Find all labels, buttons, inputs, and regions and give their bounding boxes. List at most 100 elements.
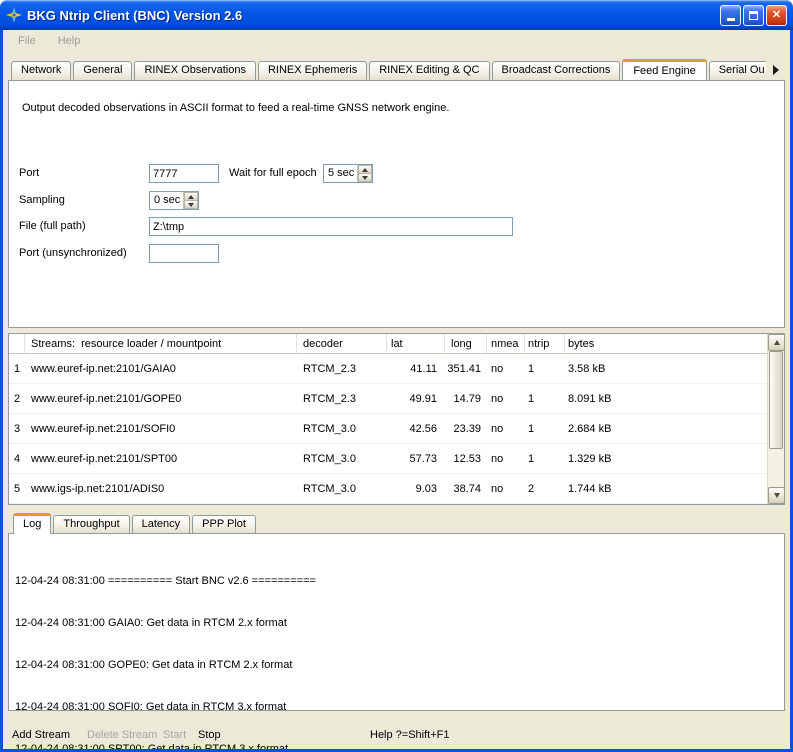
cell-mountpoint: www.euref-ip.net:2101/SOFI0 [25,423,297,435]
cell-lat: 57.73 [387,453,445,465]
tab-ppp-plot[interactable]: PPP Plot [192,515,256,533]
tab-general[interactable]: General [73,61,132,80]
close-button[interactable]: ✕ [766,5,787,26]
streams-vertical-scrollbar[interactable] [767,334,784,504]
wait-value: 5 sec [324,165,357,182]
header-nmea: nmea [487,334,525,353]
delete-stream-button[interactable]: Delete Stream [87,729,157,741]
app-icon [6,7,22,23]
bottom-action-bar: Add Stream Delete Stream Start Stop Help… [12,729,782,745]
cell-long: 23.39 [445,423,487,435]
sampling-label: Sampling [19,194,65,206]
log-line: 12-04-24 08:31:00 GAIA0: Get data in RTC… [15,616,780,630]
header-row-number [9,334,25,353]
cell-decoder: RTCM_3.0 [297,453,387,465]
spin-up-button[interactable] [358,165,372,173]
spin-buttons [183,192,198,209]
cell-bytes: 8.091 kB [565,393,767,405]
tab-serial-output[interactable]: Serial Ou [709,61,766,80]
tab-rinex-ephemeris[interactable]: RINEX Ephemeris [258,61,367,80]
header-lat: lat [387,334,445,353]
menu-help[interactable]: Help [52,33,87,49]
cell-bytes: 3.58 kB [565,363,767,375]
close-icon: ✕ [772,10,781,21]
row-number: 4 [9,453,25,465]
log-panel: 12-04-24 08:31:00 ========== Start BNC v… [8,533,785,711]
tab-log[interactable]: Log [13,513,51,534]
table-row[interactable]: 4 www.euref-ip.net:2101/SPT00 RTCM_3.0 5… [9,444,767,474]
cell-lat: 41.11 [387,363,445,375]
cell-mountpoint: www.igs-ip.net:2101/ADIS0 [25,483,297,495]
cell-decoder: RTCM_3.0 [297,423,387,435]
stop-button[interactable]: Stop [198,729,221,741]
spin-down-button[interactable] [184,200,198,209]
table-row[interactable]: 2 www.euref-ip.net:2101/GOPE0 RTCM_2.3 4… [9,384,767,414]
top-tab-bar: Network General RINEX Observations RINEX… [11,58,766,80]
maximize-button[interactable] [743,5,764,26]
maximize-icon [749,11,758,20]
log-output: 12-04-24 08:31:00 ========== Start BNC v… [9,534,784,749]
wait-for-full-epoch-label: Wait for full epoch [229,167,317,179]
scroll-down-button[interactable] [768,487,785,504]
arrow-down-icon [188,203,194,207]
port-unsynchronized-label: Port (unsynchronized) [19,247,127,259]
table-row[interactable]: 3 www.euref-ip.net:2101/SOFI0 RTCM_3.0 4… [9,414,767,444]
cell-ntrip: 1 [525,363,565,375]
cell-mountpoint: www.euref-ip.net:2101/GAIA0 [25,363,297,375]
file-full-path-label: File (full path) [19,220,86,232]
cell-decoder: RTCM_2.3 [297,393,387,405]
tab-broadcast-corrections[interactable]: Broadcast Corrections [492,61,621,80]
cell-long: 12.53 [445,453,487,465]
sampling-spinner[interactable]: 0 sec [149,191,199,210]
title-bar[interactable]: BKG Ntrip Client (BNC) Version 2.6 ✕ [0,0,793,30]
wait-for-full-epoch-spinner[interactable]: 5 sec [323,164,373,183]
bnc-window: BKG Ntrip Client (BNC) Version 2.6 ✕ Fil… [0,0,793,752]
window-title: BKG Ntrip Client (BNC) Version 2.6 [27,8,718,23]
menu-bar: File Help [3,30,790,51]
log-line: 12-04-24 08:31:00 GOPE0: Get data in RTC… [15,658,780,672]
cell-nmea: no [487,483,525,495]
feed-engine-panel: Output decoded observations in ASCII for… [8,80,785,328]
cell-nmea: no [487,423,525,435]
tab-network[interactable]: Network [11,61,71,80]
tab-rinex-editing-qc[interactable]: RINEX Editing & QC [369,61,489,80]
spin-up-button[interactable] [184,192,198,200]
minimize-button[interactable] [720,5,741,26]
spin-down-button[interactable] [358,173,372,182]
table-row[interactable]: 5 www.igs-ip.net:2101/ADIS0 RTCM_3.0 9.0… [9,474,767,504]
tab-throughput[interactable]: Throughput [53,515,129,533]
cell-ntrip: 2 [525,483,565,495]
cell-lat: 42.56 [387,423,445,435]
header-bytes: bytes [565,334,767,353]
arrow-up-icon [774,340,780,345]
cell-mountpoint: www.euref-ip.net:2101/GOPE0 [25,393,297,405]
add-stream-button[interactable]: Add Stream [12,729,70,741]
cell-ntrip: 1 [525,393,565,405]
feed-engine-description: Output decoded observations in ASCII for… [22,102,449,114]
port-label: Port [19,167,39,179]
cell-decoder: RTCM_3.0 [297,483,387,495]
scrollbar-thumb[interactable] [769,351,783,449]
tab-latency[interactable]: Latency [132,515,191,533]
tab-feed-engine[interactable]: Feed Engine [622,59,706,80]
help-shortcut-label: Help ?=Shift+F1 [370,729,450,741]
menu-file[interactable]: File [12,33,42,49]
table-row[interactable]: 1 www.euref-ip.net:2101/GAIA0 RTCM_2.3 4… [9,354,767,384]
start-button[interactable]: Start [163,729,186,741]
cell-long: 351.41 [445,363,487,375]
cell-bytes: 1.329 kB [565,453,767,465]
sampling-value: 0 sec [150,192,183,209]
arrow-down-icon [362,176,368,180]
cell-ntrip: 1 [525,423,565,435]
port-input[interactable] [149,164,219,183]
window-frame: File Help Network General RINEX Observat… [0,30,793,752]
port-unsynchronized-input[interactable] [149,244,219,263]
cell-bytes: 1.744 kB [565,483,767,495]
tab-scroll-right-button[interactable] [768,61,784,79]
cell-nmea: no [487,393,525,405]
arrow-down-icon [774,493,780,498]
scroll-up-button[interactable] [768,334,785,351]
file-full-path-input[interactable] [149,217,513,236]
tab-rinex-observations[interactable]: RINEX Observations [134,61,255,80]
header-decoder: decoder [297,334,387,353]
